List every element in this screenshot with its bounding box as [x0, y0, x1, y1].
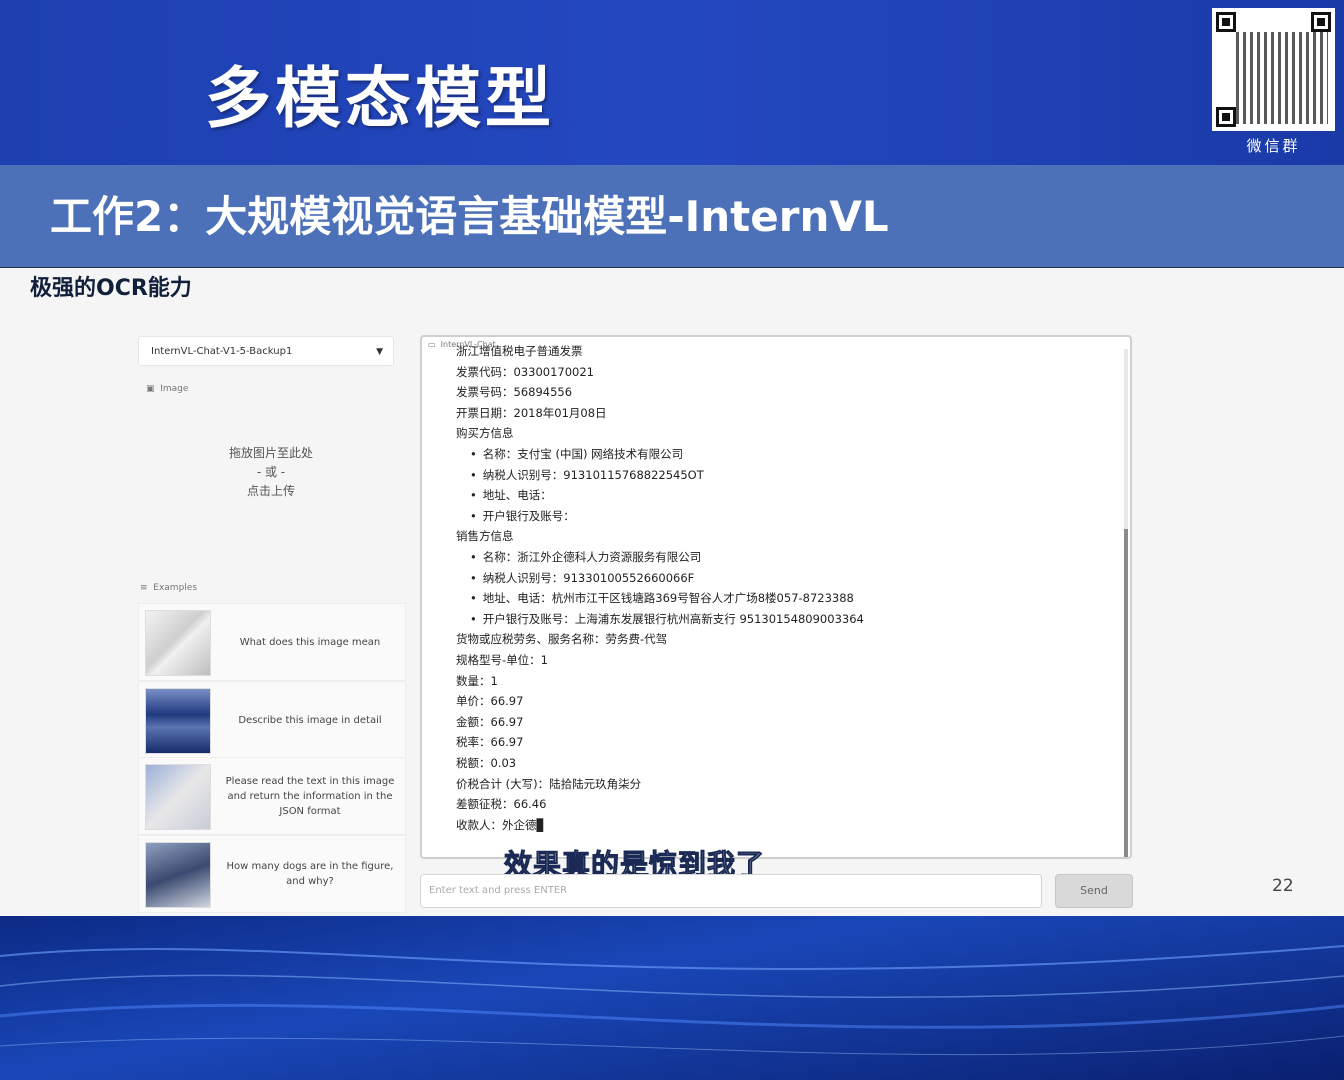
example-photo-thumbnail: [145, 688, 211, 754]
qr-code-icon: [1212, 8, 1335, 131]
example-row[interactable]: What does this image mean: [138, 603, 406, 681]
example-document-thumbnail: [145, 764, 211, 830]
model-select-value: InternVL-Chat-V1-5-Backup1: [151, 346, 293, 357]
example-prompt: Describe this image in detail: [238, 714, 382, 726]
chat-input[interactable]: Enter text and press ENTER: [420, 874, 1042, 908]
chat-input-placeholder: Enter text and press ENTER: [429, 885, 568, 896]
ocr-line: 收款人：外企德▊: [456, 817, 546, 832]
image-panel-label: ▣ Image: [146, 384, 188, 394]
ocr-line: 开户银行及账号：上海浦东发展银行杭州高新支行 95130154809003364: [470, 611, 864, 627]
model-select-dropdown[interactable]: InternVL-Chat-V1-5-Backup1 ▼: [138, 336, 394, 366]
chat-scrollbar[interactable]: [1124, 349, 1128, 857]
ocr-line: 地址、电话：杭州市江干区钱塘路369号智谷人才广场8楼057-8723388: [470, 590, 854, 606]
ocr-line: 名称：浙江外企德科人力资源服务有限公司: [470, 549, 702, 565]
qr-finder-top-left: [1216, 12, 1236, 32]
examples-label: ≡ Examples: [140, 583, 197, 593]
ocr-line: 金额：66.97: [456, 714, 524, 729]
send-button[interactable]: Send: [1055, 874, 1133, 908]
decorative-bottom-band: [0, 916, 1344, 1080]
ocr-line: 税额：0.03: [456, 756, 517, 770]
ocr-line: 差额征税：66.46: [456, 797, 547, 812]
chevron-down-icon[interactable]: ▼: [376, 337, 383, 367]
example-prompt: Please read the text in this image and r…: [225, 775, 395, 817]
ocr-line: 纳税人识别号：91310115768822545OT: [470, 467, 704, 483]
image-upload-dropzone[interactable]: 拖放图片至此处 - 或 - 点击上传: [140, 400, 402, 570]
qr-pattern: [1236, 32, 1328, 124]
ocr-line: 发票代码：03300170021: [456, 364, 594, 379]
image-label-text: Image: [160, 384, 189, 394]
example-row[interactable]: Please read the text in this image and r…: [138, 757, 406, 835]
ocr-line: 开户银行及账号：: [470, 508, 575, 524]
example-prompt: What does this image mean: [239, 636, 381, 648]
chat-icon: ▭: [428, 340, 436, 349]
decorative-waves: [0, 945, 1344, 1056]
ocr-line: 货物或应税劳务、服务名称：劳务费-代驾: [456, 632, 668, 647]
qr-label: 微信群: [1246, 137, 1301, 155]
ocr-line: 纳税人识别号：91330100552660066F: [470, 570, 695, 586]
example-row[interactable]: How many dogs are in the figure, and why…: [138, 835, 406, 913]
slide-title: 多模态模型: [205, 60, 555, 137]
ocr-line: 发票号码：56894556: [456, 385, 573, 400]
example-row[interactable]: Describe this image in detail: [138, 681, 406, 759]
slide-subtitle: 工作2：大规模视觉语言基础模型-InternVL: [50, 192, 889, 241]
ocr-line: 单价：66.97: [456, 694, 524, 709]
upload-drop-text: 拖放图片至此处: [228, 446, 313, 460]
page-number: 22: [1272, 876, 1294, 896]
chat-panel[interactable]: ▭ InternVL-Chat 浙江增值税电子普通发票 发票代码：03300170…: [420, 335, 1132, 859]
chat-scrollbar-thumb[interactable]: [1124, 529, 1128, 857]
upload-or-text: - 或 -: [256, 465, 286, 479]
example-map-thumbnail: [145, 610, 211, 676]
ocr-line: 开票日期：2018年01月08日: [456, 405, 607, 420]
qr-finder-top-right: [1311, 12, 1331, 32]
ocr-line: 价税合计 (大写)：陆拾陆元玖角柒分: [456, 776, 642, 791]
ocr-line: 购买方信息: [456, 426, 514, 441]
ocr-line: 规格型号-单位：1: [456, 653, 548, 667]
upload-click-text: 点击上传: [246, 484, 295, 498]
title-band: [0, 0, 1344, 165]
example-prompt: How many dogs are in the figure, and why…: [226, 861, 394, 887]
example-dogs-thumbnail: [145, 842, 211, 908]
ocr-line: 数量：1: [456, 673, 498, 688]
qr-finder-bottom-left: [1216, 107, 1236, 127]
ocr-line: 地址、电话：: [470, 487, 552, 503]
ocr-line: 名称：支付宝 (中国) 网络技术有限公司: [470, 446, 683, 462]
ocr-line: 税率：66.97: [456, 735, 524, 750]
image-icon: ▣: [146, 384, 155, 394]
ocr-line: 浙江增值税电子普通发票: [456, 344, 583, 358]
examples-label-text: Examples: [153, 583, 198, 593]
ocr-line: 销售方信息: [456, 529, 514, 544]
examples-icon: ≡: [140, 583, 148, 593]
feature-heading: 极强的OCR能力: [30, 276, 192, 301]
